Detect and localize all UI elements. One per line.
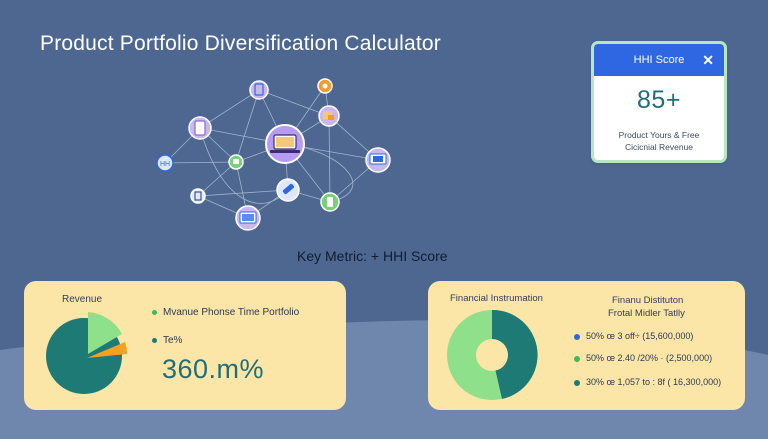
close-icon[interactable]: ✕	[702, 52, 714, 69]
distribution-row-3-text: 30% œ 1,057 to : 8f ( 16,300,000)	[586, 377, 722, 387]
revenue-label: Revenue	[62, 294, 103, 305]
battery-icon[interactable]	[320, 192, 340, 212]
cart-icon[interactable]	[228, 154, 244, 170]
revenue-big-value: 360.m%	[162, 354, 265, 384]
box-icon[interactable]	[318, 105, 340, 127]
hhi-icon[interactable]: HH	[156, 154, 174, 172]
phone-icon[interactable]	[188, 116, 212, 140]
page-title: Product Portfolio Diversification Calcul…	[40, 32, 441, 55]
revenue-legend-2-text: Te%	[163, 335, 183, 346]
financial-label: Financial Instrumation	[450, 293, 543, 304]
distribution-row-2-text: 50% œ 2.40 /20% · (2,500,000)	[586, 353, 713, 363]
monitor-icon[interactable]	[365, 147, 391, 173]
hhi-score-card: HHI Score ✕ 85+ Product Yours & Free Cic…	[594, 44, 724, 160]
distribution-subheading: Frotal Midler Tatlly	[608, 308, 685, 319]
distribution-row-1-text: 50% œ 3 off÷ (15,600,000)	[586, 331, 694, 341]
key-metric-heading: Key Metric: + HHI Score	[297, 248, 448, 264]
legend-dot	[574, 379, 580, 386]
hhi-card-header: HHI Score ✕	[594, 44, 724, 76]
svg-text:HH: HH	[160, 161, 170, 168]
revenue-legend-2: Te%	[152, 335, 182, 346]
hhi-card-caption: Product Yours & Free Cicicnial Revenue	[594, 129, 724, 153]
network-diagram: HH	[156, 78, 391, 231]
distribution-row-3: 30% œ 1,057 to : 8f ( 16,300,000)	[574, 377, 721, 387]
legend-dot	[574, 355, 580, 362]
distribution-row-1: 50% œ 3 off÷ (15,600,000)	[574, 331, 693, 341]
hhi-caption-line-1: Product Yours & Free	[618, 130, 700, 140]
usb-icon[interactable]	[276, 178, 300, 202]
financial-donut-chart	[447, 309, 538, 400]
revenue-legend-1: Mvanue Phonse Time Portfolio	[152, 307, 299, 318]
legend-dot	[574, 333, 580, 340]
hhi-caption-line-2: Cicicnial Revenue	[624, 142, 694, 152]
distribution-heading: Finanu Distituton	[612, 295, 684, 306]
tablet-icon[interactable]	[249, 80, 269, 100]
distribution-row-2: 50% œ 2.40 /20% · (2,500,000)	[574, 353, 712, 363]
donut-center	[476, 339, 508, 371]
revenue-pie-chart	[46, 312, 127, 394]
laptop-icon[interactable]	[265, 124, 305, 164]
hhi-card-title: HHI Score	[633, 54, 685, 66]
hhi-score-value: 85+	[637, 86, 681, 114]
revenue-legend-1-text: Mvanue Phonse Time Portfolio	[163, 307, 300, 318]
gear-icon[interactable]	[317, 78, 333, 94]
legend-dot	[152, 337, 157, 343]
screen-icon[interactable]	[235, 205, 261, 231]
device-icon[interactable]	[190, 188, 206, 204]
legend-dot	[152, 309, 157, 315]
